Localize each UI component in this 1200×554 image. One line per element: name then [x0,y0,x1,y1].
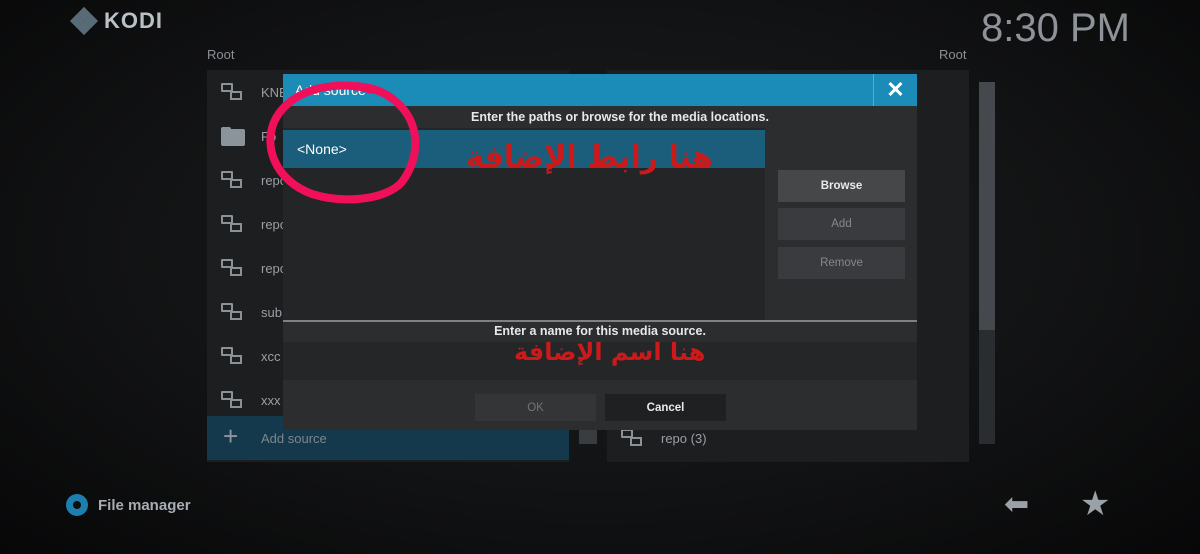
clock: 8:30 PM [981,6,1130,50]
scrollbar-thumb[interactable] [979,82,995,330]
plus-icon: + [223,421,239,451]
network-icon [221,303,243,321]
network-icon [221,347,243,365]
network-icon [221,391,243,409]
kodi-logo-icon [69,6,99,36]
right-root-label: Root [939,47,967,62]
right-scrollbar[interactable] [979,82,995,444]
name-prompt: Enter a name for this media source. [494,324,706,338]
favourites-star-icon[interactable]: ★ [1080,487,1110,521]
name-annotation: هنا اسم الإضافة [514,338,706,366]
left-panel-scroll-indicator [579,430,597,444]
path-annotation: هنا رابط الإضافة [466,140,713,175]
kodi-logo: KODI [69,6,163,36]
cancel-button[interactable]: Cancel [605,394,726,421]
footer-section: File manager [66,494,191,516]
add-button[interactable]: Add [778,208,905,240]
browse-button[interactable]: Browse [778,170,905,202]
paths-prompt: Enter the paths or browse for the media … [471,110,769,124]
ok-button[interactable]: OK [475,394,596,421]
footer-title: File manager [98,496,191,514]
kodi-window: KODI 8:30 PM Root Root KNE Fo repo repo … [0,0,1200,554]
left-root-label: Root [207,47,235,62]
remove-button[interactable]: Remove [778,247,905,279]
folder-icon [221,127,245,146]
path-item-text: <None> [297,141,347,157]
dialog-title: Add source [295,82,366,98]
network-icon [621,429,643,447]
close-button[interactable]: ✕ [873,74,917,106]
back-arrow-icon[interactable]: ⬅ [1004,490,1029,520]
close-icon: ✕ [886,77,905,102]
dialog-divider [283,320,917,322]
network-icon [221,259,243,277]
network-icon [221,215,243,233]
network-icon [221,83,243,101]
gear-icon [66,494,88,516]
network-icon [221,171,243,189]
app-name: KODI [104,8,163,33]
add-source-dialog: Add source ✕ Enter the paths or browse f… [283,74,917,430]
add-source-label: Add source [261,430,327,446]
dialog-header: Add source ✕ [283,74,917,106]
